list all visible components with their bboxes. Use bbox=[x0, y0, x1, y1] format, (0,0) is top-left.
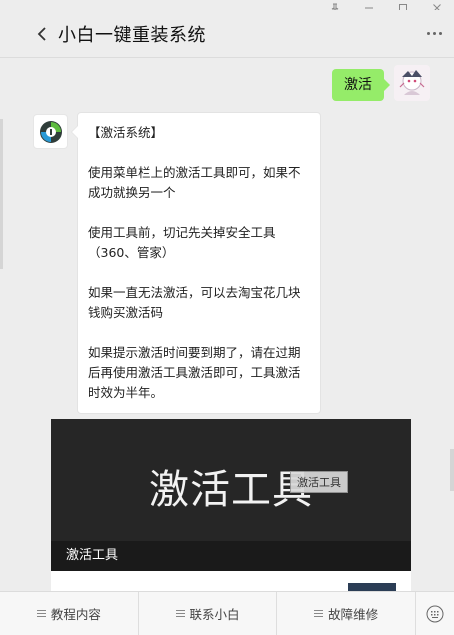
more-dot bbox=[433, 32, 436, 35]
chevron-left-icon bbox=[37, 26, 46, 41]
keyboard-button[interactable] bbox=[416, 592, 454, 635]
menu-item-repair[interactable]: 故障维修 bbox=[277, 592, 417, 635]
message-line: 使用工具前，切记先关掉安全工具（360、管家） bbox=[88, 225, 276, 260]
outgoing-message: 激活 bbox=[332, 65, 430, 101]
chat-area[interactable]: 激活 【激活系统】 使用菜单栏上的激活工具即可，如果不成功就换另一个 使用工具前… bbox=[0, 59, 454, 591]
chat-header: 小白一键重装系统 bbox=[0, 10, 454, 58]
menu-item-label: 故障维修 bbox=[328, 607, 379, 622]
left-scroll-indicator bbox=[0, 119, 3, 269]
chat-title: 小白一键重装系统 bbox=[58, 24, 206, 46]
more-dot bbox=[439, 32, 442, 35]
user-avatar-image bbox=[394, 65, 430, 101]
menu-item-contact[interactable]: 联系小白 bbox=[139, 592, 278, 635]
video-card[interactable]: 激活工具 激活工具 激活工具 bbox=[51, 419, 411, 591]
card-cover-text: 激活工具 bbox=[149, 467, 313, 513]
menu-icon bbox=[175, 610, 185, 617]
bottom-menu: 教程内容 联系小白 故障维修 bbox=[0, 591, 454, 635]
menu-icon bbox=[36, 610, 46, 617]
message-line: 使用菜单栏上的激活工具即可，如果不成功就换另一个 bbox=[88, 165, 301, 200]
message-line: 如果一直无法激活，可以去淘宝花几块钱购买激活码 bbox=[88, 285, 301, 320]
xiaobai-logo-icon bbox=[39, 120, 62, 143]
card-tooltip: 激活工具 bbox=[290, 471, 348, 493]
menu-icon bbox=[314, 610, 324, 617]
menu-item-label: 联系小白 bbox=[189, 607, 240, 622]
menu-item-tutorials[interactable]: 教程内容 bbox=[0, 592, 139, 635]
more-button[interactable] bbox=[423, 28, 446, 39]
card-thumbnail bbox=[348, 583, 396, 591]
back-button[interactable] bbox=[22, 14, 62, 54]
scrollbar-thumb[interactable] bbox=[450, 449, 454, 491]
user-avatar[interactable] bbox=[394, 65, 430, 101]
message-line: 【激活系统】 bbox=[88, 125, 164, 140]
incoming-bubble[interactable]: 【激活系统】 使用菜单栏上的激活工具即可，如果不成功就换另一个 使用工具前，切记… bbox=[71, 112, 321, 414]
menu-item-label: 教程内容 bbox=[50, 607, 101, 622]
card-footer bbox=[51, 571, 411, 591]
card-caption: 激活工具 bbox=[51, 541, 411, 571]
outgoing-bubble[interactable]: 激活 bbox=[332, 69, 390, 101]
message-line: 如果提示激活时间要到期了，请在过期后再使用激活工具激活即可，工具激活时效为半年。 bbox=[88, 345, 301, 400]
more-dot bbox=[427, 32, 430, 35]
bot-avatar[interactable] bbox=[33, 114, 68, 149]
keyboard-icon bbox=[426, 605, 444, 622]
